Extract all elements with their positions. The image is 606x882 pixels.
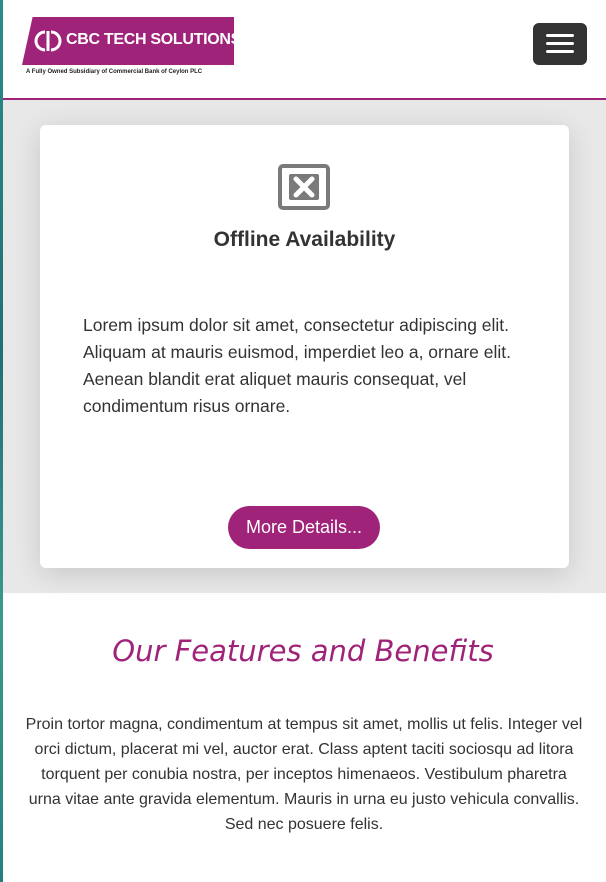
more-details-button[interactable]: More Details... <box>228 506 380 549</box>
logo-text: CBC TECH SOLUTIONS <box>66 31 242 48</box>
hamburger-icon <box>546 42 574 45</box>
section-title: Our Features and Benefits <box>112 634 494 668</box>
hamburger-icon <box>546 34 574 37</box>
site-header: CBC TECH SOLUTIONS A Fully Owned Subsidi… <box>3 0 606 100</box>
logo-mark-icon <box>34 30 62 52</box>
hamburger-icon <box>546 50 574 53</box>
feature-card: Offline Availability Lorem ipsum dolor s… <box>40 125 569 568</box>
menu-toggle-button[interactable] <box>533 23 587 65</box>
card-title: Offline Availability <box>213 228 396 251</box>
card-description: Lorem ipsum dolor sit amet, consectetur … <box>83 315 511 416</box>
broken-image-icon <box>278 164 330 210</box>
company-logo[interactable]: CBC TECH SOLUTIONS A Fully Owned Subsidi… <box>22 17 241 80</box>
section-description: Proin tortor magna, condimentum at tempu… <box>25 716 583 833</box>
logo-tagline: A Fully Owned Subsidiary of Commercial B… <box>26 69 203 75</box>
